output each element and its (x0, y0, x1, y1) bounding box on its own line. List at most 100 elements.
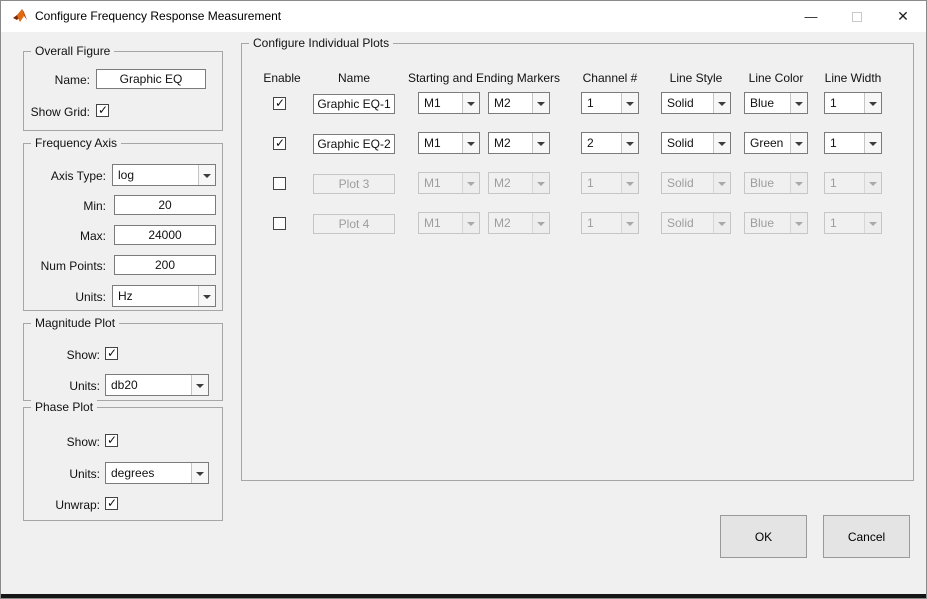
line-color-dropdown[interactable]: Green (744, 132, 808, 154)
line-color-value: Blue (745, 93, 790, 113)
frequency-axis-panel: Frequency Axis Axis Type: log Min: 20 Ma… (23, 143, 223, 311)
line-style-value: Solid (662, 213, 713, 233)
magnitude-units-dropdown[interactable]: db20 (105, 374, 209, 396)
phase-show-checkbox[interactable] (105, 434, 118, 447)
plot-name-field[interactable]: Graphic EQ-1 (313, 94, 395, 114)
chevron-down-icon (713, 173, 730, 193)
freq-units-dropdown[interactable]: Hz (112, 285, 216, 307)
enable-checkbox[interactable] (273, 177, 286, 190)
line-style-dropdown[interactable]: Solid (661, 92, 731, 114)
end-marker-dropdown[interactable]: M2 (488, 132, 550, 154)
chevron-down-icon (864, 173, 881, 193)
chevron-down-icon (864, 93, 881, 113)
chevron-down-icon (621, 133, 638, 153)
window-title: Configure Frequency Response Measurement (35, 1, 281, 32)
line-color-dropdown: Blue (744, 172, 808, 194)
chevron-down-icon (864, 213, 881, 233)
chevron-down-icon (790, 173, 807, 193)
close-button[interactable]: ✕ (880, 1, 926, 32)
min-field[interactable]: 20 (114, 195, 216, 215)
axis-type-dropdown[interactable]: log (112, 164, 216, 186)
figure-name-field[interactable]: Graphic EQ (96, 69, 206, 89)
chevron-down-icon (532, 173, 549, 193)
end-marker-dropdown: M2 (488, 212, 550, 234)
start-marker-dropdown[interactable]: M1 (418, 92, 480, 114)
line-width-dropdown[interactable]: 1 (824, 132, 882, 154)
titlebar: Configure Frequency Response Measurement… (1, 1, 926, 32)
individual-plots-panel: Configure Individual Plots Enable Name S… (241, 43, 914, 481)
channel-value: 1 (582, 93, 621, 113)
start-marker-dropdown: M1 (418, 172, 480, 194)
max-label: Max: (28, 229, 106, 243)
phase-units-value: degrees (106, 463, 191, 483)
magnitude-show-checkbox[interactable] (105, 347, 118, 360)
header-color: Line Color (736, 71, 816, 85)
frequency-axis-legend: Frequency Axis (31, 136, 121, 150)
max-field[interactable]: 24000 (114, 225, 216, 245)
magnitude-show-label: Show: (28, 348, 100, 362)
line-style-value: Solid (662, 133, 713, 153)
header-channel: Channel # (570, 71, 650, 85)
minimize-button[interactable]: — (788, 1, 834, 32)
magnitude-units-value: db20 (106, 375, 191, 395)
unwrap-checkbox[interactable] (105, 497, 118, 510)
individual-plots-legend: Configure Individual Plots (249, 36, 393, 50)
line-style-value: Solid (662, 173, 713, 193)
channel-dropdown[interactable]: 1 (581, 92, 639, 114)
plot-name-field[interactable]: Graphic EQ-2 (313, 134, 395, 154)
show-grid-label: Show Grid: (28, 105, 90, 119)
matlab-icon (12, 8, 28, 24)
end-marker-dropdown: M2 (488, 172, 550, 194)
chevron-down-icon (462, 213, 479, 233)
end-marker-value: M2 (489, 173, 532, 193)
chevron-down-icon (621, 173, 638, 193)
num-points-field[interactable]: 200 (114, 255, 216, 275)
channel-value: 1 (582, 173, 621, 193)
channel-dropdown[interactable]: 2 (581, 132, 639, 154)
chevron-down-icon (462, 173, 479, 193)
line-width-dropdown: 1 (824, 212, 882, 234)
end-marker-dropdown[interactable]: M2 (488, 92, 550, 114)
start-marker-value: M1 (419, 93, 462, 113)
chevron-down-icon (713, 133, 730, 153)
line-color-dropdown[interactable]: Blue (744, 92, 808, 114)
chevron-down-icon (191, 463, 208, 483)
magnitude-plot-panel: Magnitude Plot Show: Units: db20 (23, 323, 223, 401)
chevron-down-icon (462, 93, 479, 113)
start-marker-dropdown[interactable]: M1 (418, 132, 480, 154)
magnitude-units-label: Units: (28, 379, 100, 393)
line-color-value: Blue (745, 173, 790, 193)
line-style-dropdown[interactable]: Solid (661, 132, 731, 154)
chevron-down-icon (713, 213, 730, 233)
start-marker-dropdown: M1 (418, 212, 480, 234)
line-style-dropdown: Solid (661, 212, 731, 234)
freq-units-value: Hz (113, 286, 198, 306)
channel-dropdown: 1 (581, 172, 639, 194)
chevron-down-icon (198, 165, 215, 185)
name-label: Name: (28, 73, 90, 87)
line-style-dropdown: Solid (661, 172, 731, 194)
overall-figure-panel: Overall Figure Name: Graphic EQ Show Gri… (23, 51, 223, 131)
plot-name-field: Plot 4 (313, 214, 395, 234)
chevron-down-icon (532, 93, 549, 113)
cancel-button[interactable]: Cancel (823, 515, 910, 558)
chevron-down-icon (864, 133, 881, 153)
phase-show-label: Show: (28, 435, 100, 449)
axis-type-label: Axis Type: (28, 169, 106, 183)
chevron-down-icon (621, 213, 638, 233)
num-points-label: Num Points: (28, 259, 106, 273)
enable-checkbox[interactable] (273, 217, 286, 230)
line-width-value: 1 (825, 93, 864, 113)
chevron-down-icon (532, 133, 549, 153)
line-width-value: 1 (825, 173, 864, 193)
start-marker-value: M1 (419, 213, 462, 233)
start-marker-value: M1 (419, 173, 462, 193)
chevron-down-icon (790, 213, 807, 233)
ok-button[interactable]: OK (720, 515, 807, 558)
show-grid-checkbox[interactable] (96, 104, 109, 117)
channel-value: 1 (582, 213, 621, 233)
enable-checkbox[interactable] (273, 137, 286, 150)
enable-checkbox[interactable] (273, 97, 286, 110)
phase-units-dropdown[interactable]: degrees (105, 462, 209, 484)
line-width-dropdown[interactable]: 1 (824, 92, 882, 114)
